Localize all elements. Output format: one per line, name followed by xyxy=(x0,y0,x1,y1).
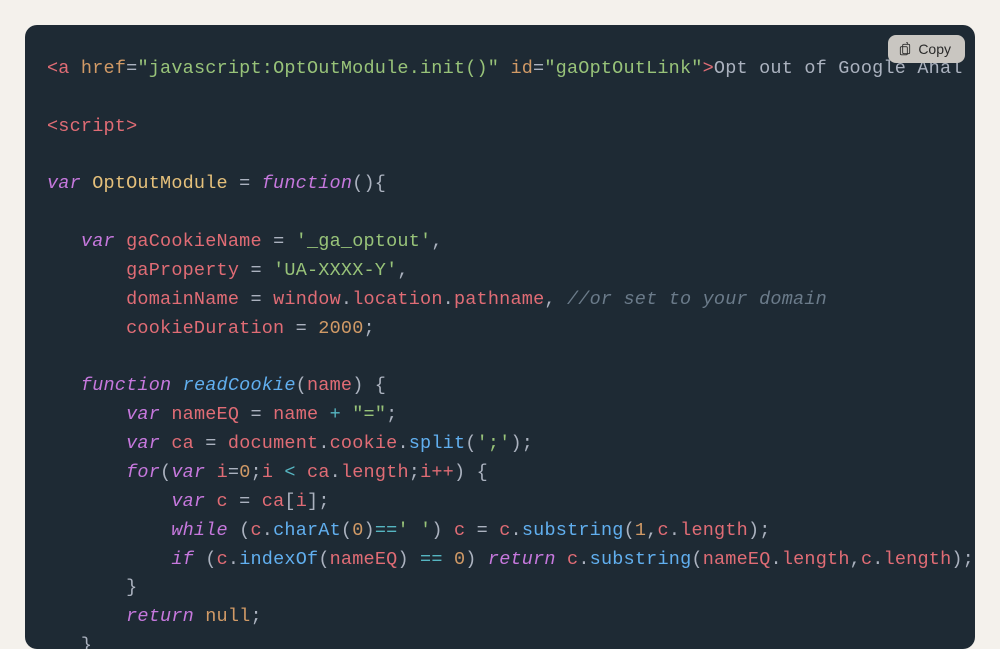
code-block: Copy <a href="javascript:OptOutModule.in… xyxy=(25,25,975,649)
clipboard-icon xyxy=(898,42,912,56)
copy-button[interactable]: Copy xyxy=(888,35,965,63)
code-content: <a href="javascript:OptOutModule.init()"… xyxy=(25,25,975,649)
copy-label: Copy xyxy=(918,41,951,57)
